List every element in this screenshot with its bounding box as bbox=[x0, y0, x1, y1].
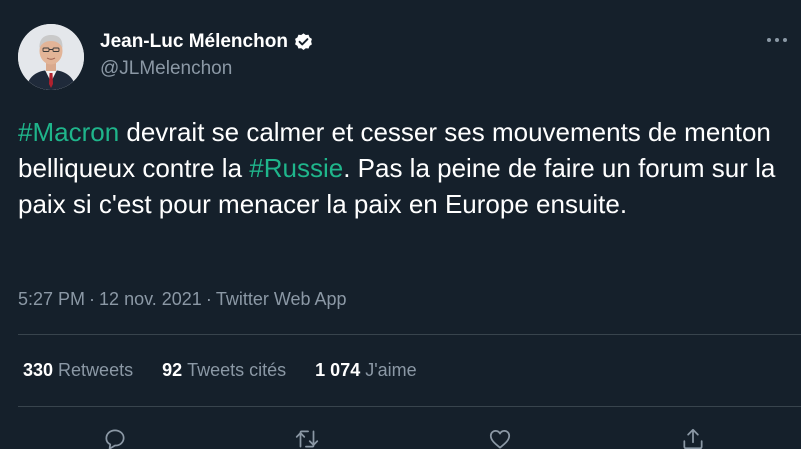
likes-count: 1 074 bbox=[315, 360, 361, 380]
quotes-count: 92 bbox=[162, 360, 183, 380]
divider bbox=[18, 334, 801, 335]
more-icon[interactable] bbox=[765, 32, 789, 48]
meta-separator: · bbox=[205, 289, 212, 309]
meta-separator: · bbox=[89, 289, 96, 309]
like-icon[interactable] bbox=[485, 424, 515, 449]
tweet-source[interactable]: Twitter Web App bbox=[216, 289, 347, 309]
share-icon[interactable] bbox=[678, 424, 708, 449]
likes-stat[interactable]: 1 074 J'aime bbox=[315, 358, 417, 382]
retweets-label: Retweets bbox=[58, 360, 134, 380]
divider bbox=[18, 406, 801, 407]
hashtag-link[interactable]: #Macron bbox=[18, 117, 119, 147]
tweet-card: Jean-Luc Mélenchon @JLMelenchon #Macron … bbox=[0, 0, 801, 449]
tweet-time[interactable]: 5:27 PM bbox=[18, 289, 85, 309]
quotes-label: Tweets cités bbox=[187, 360, 287, 380]
avatar[interactable] bbox=[18, 24, 84, 90]
tweet-stats: 330 Retweets 92 Tweets cités 1 074 J'aim… bbox=[23, 358, 417, 382]
tweet-text: #Macron devrait se calmer et cesser ses … bbox=[18, 114, 793, 222]
retweets-stat[interactable]: 330 Retweets bbox=[23, 358, 133, 382]
tweet-actions bbox=[0, 424, 801, 449]
hashtag-link[interactable]: #Russie bbox=[249, 153, 343, 183]
quotes-stat[interactable]: 92 Tweets cités bbox=[162, 358, 286, 382]
reply-icon[interactable] bbox=[100, 424, 130, 449]
retweets-count: 330 bbox=[23, 360, 54, 380]
verified-badge-icon bbox=[293, 32, 314, 53]
retweet-icon[interactable] bbox=[292, 424, 322, 449]
author-name[interactable]: Jean-Luc Mélenchon bbox=[100, 30, 288, 54]
author-name-row: Jean-Luc Mélenchon bbox=[100, 30, 314, 54]
likes-label: J'aime bbox=[365, 360, 417, 380]
tweet-date[interactable]: 12 nov. 2021 bbox=[99, 289, 202, 309]
author-handle[interactable]: @JLMelenchon bbox=[100, 57, 232, 81]
tweet-meta: 5:27 PM · 12 nov. 2021 · Twitter Web App bbox=[18, 287, 347, 311]
